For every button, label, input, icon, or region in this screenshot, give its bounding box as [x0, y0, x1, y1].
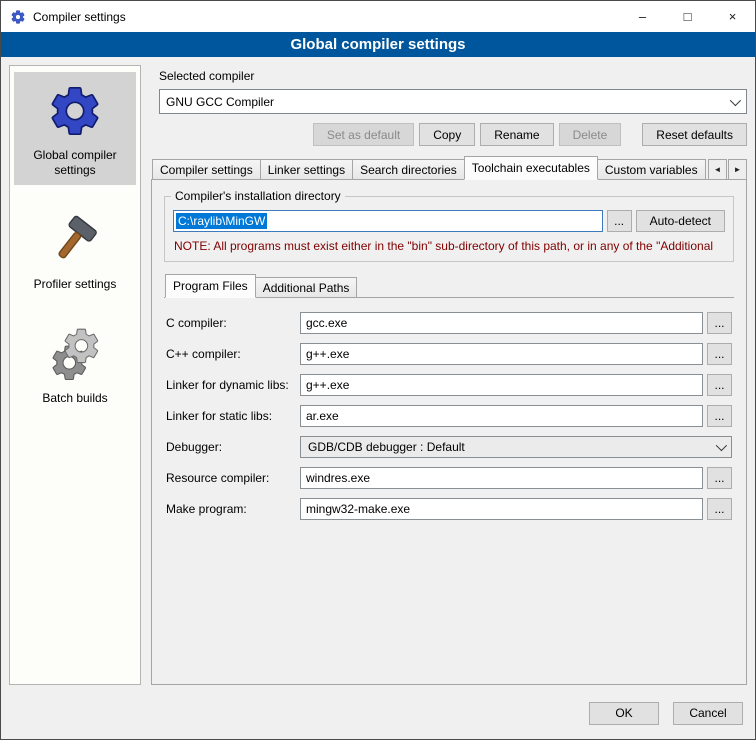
installation-directory-input[interactable]: C:\raylib\MinGW	[173, 210, 603, 232]
browse-resource-compiler-button[interactable]: ...	[707, 467, 732, 489]
static-linker-label: Linker for static libs:	[166, 409, 296, 423]
blue-gear-icon	[46, 82, 104, 140]
make-program-row: Make program: ...	[166, 498, 732, 520]
tab-program-files[interactable]: Program Files	[165, 274, 256, 298]
static-linker-row: Linker for static libs: ...	[166, 405, 732, 427]
compiler-select-value: GNU GCC Compiler	[166, 95, 274, 109]
installation-directory-value: C:\raylib\MinGW	[176, 213, 267, 229]
tab-linker-settings[interactable]: Linker settings	[260, 159, 353, 180]
cpp-compiler-label: C++ compiler:	[166, 347, 296, 361]
tabs-scroll-area: Compiler settings Linker settings Search…	[152, 156, 706, 180]
window-title: Compiler settings	[33, 10, 126, 24]
dynamic-linker-label: Linker for dynamic libs:	[166, 378, 296, 392]
sidebar-item-profiler-settings[interactable]: Profiler settings	[14, 201, 136, 299]
autodetect-button[interactable]: Auto-detect	[636, 210, 725, 232]
settings-sidebar: Global compiler settings Profiler settin…	[9, 65, 141, 685]
sidebar-item-label: Global compiler settings	[16, 148, 134, 178]
debugger-label: Debugger:	[166, 440, 296, 454]
c-compiler-label: C compiler:	[166, 316, 296, 330]
compiler-actions: Set as default Copy Rename Delete Reset …	[151, 123, 747, 146]
browse-dynamic-linker-button[interactable]: ...	[707, 374, 732, 396]
reset-defaults-button[interactable]: Reset defaults	[642, 123, 747, 146]
dialog-header: Global compiler settings	[1, 32, 755, 57]
debugger-select[interactable]: GDB/CDB debugger : Default	[300, 436, 732, 458]
maximize-button[interactable]: □	[665, 1, 710, 32]
installation-directory-group-title: Compiler's installation directory	[171, 189, 345, 203]
sidebar-item-batch-builds[interactable]: Batch builds	[14, 315, 136, 413]
sidebar-item-label: Profiler settings	[34, 277, 117, 292]
c-compiler-row: C compiler: ...	[166, 312, 732, 334]
titlebar: Compiler settings – □ ×	[1, 1, 755, 32]
tab-scroll-buttons: ◄ ►	[708, 159, 747, 180]
compiler-settings-window: Compiler settings – □ × Global compiler …	[0, 0, 756, 740]
resource-compiler-row: Resource compiler: ...	[166, 467, 732, 489]
minimize-button[interactable]: –	[620, 1, 665, 32]
dynamic-linker-row: Linker for dynamic libs: ...	[166, 374, 732, 396]
debugger-row: Debugger: GDB/CDB debugger : Default	[166, 436, 732, 458]
rename-button[interactable]: Rename	[480, 123, 553, 146]
tab-scroll-right-button[interactable]: ►	[728, 159, 747, 180]
ok-button[interactable]: OK	[589, 702, 659, 725]
close-button[interactable]: ×	[710, 1, 755, 32]
window-controls: – □ ×	[620, 1, 755, 32]
delete-button[interactable]: Delete	[559, 123, 622, 146]
tab-custom-variables[interactable]: Custom variables	[597, 159, 706, 180]
program-files-page: C compiler: ... C++ compiler: ... Linker…	[164, 297, 734, 674]
cancel-button[interactable]: Cancel	[673, 702, 743, 725]
compiler-select[interactable]: GNU GCC Compiler	[159, 89, 747, 114]
c-compiler-input[interactable]	[300, 312, 703, 334]
tab-search-directories[interactable]: Search directories	[352, 159, 465, 180]
tab-additional-paths[interactable]: Additional Paths	[255, 277, 358, 298]
debugger-select-value: GDB/CDB debugger : Default	[308, 440, 465, 454]
selected-compiler-label: Selected compiler	[159, 69, 747, 83]
resource-compiler-label: Resource compiler:	[166, 471, 296, 485]
gray-gears-icon	[46, 325, 104, 383]
make-program-input[interactable]	[300, 498, 703, 520]
chevron-down-icon	[730, 94, 741, 105]
resource-compiler-input[interactable]	[300, 467, 703, 489]
app-icon	[10, 9, 26, 25]
browse-static-linker-button[interactable]: ...	[707, 405, 732, 427]
dialog-footer: OK Cancel	[1, 693, 755, 739]
settings-tabbar: Compiler settings Linker settings Search…	[151, 156, 747, 180]
sidebar-item-label: Batch builds	[42, 391, 107, 406]
installation-directory-group: Compiler's installation directory C:\ray…	[164, 196, 734, 262]
set-as-default-button[interactable]: Set as default	[313, 123, 414, 146]
tab-toolchain-executables[interactable]: Toolchain executables	[464, 156, 598, 180]
chevron-down-icon	[716, 440, 727, 451]
browse-make-program-button[interactable]: ...	[707, 498, 732, 520]
bin-subdirectory-note: NOTE: All programs must exist either in …	[174, 239, 725, 253]
browse-directory-button[interactable]: ...	[607, 210, 632, 232]
dialog-body: Global compiler settings Profiler settin…	[1, 57, 755, 693]
browse-c-compiler-button[interactable]: ...	[707, 312, 732, 334]
sidebar-item-global-compiler-settings[interactable]: Global compiler settings	[14, 72, 136, 185]
make-program-label: Make program:	[166, 502, 296, 516]
hammer-icon	[46, 211, 104, 269]
installation-directory-row: C:\raylib\MinGW ... Auto-detect	[173, 210, 725, 232]
toolchain-executables-page: Compiler's installation directory C:\ray…	[151, 179, 747, 685]
cpp-compiler-row: C++ compiler: ...	[166, 343, 732, 365]
browse-cpp-compiler-button[interactable]: ...	[707, 343, 732, 365]
cpp-compiler-input[interactable]	[300, 343, 703, 365]
copy-button[interactable]: Copy	[419, 123, 475, 146]
tab-compiler-settings[interactable]: Compiler settings	[152, 159, 261, 180]
tab-build-options[interactable]: Buil	[705, 159, 706, 180]
program-files-tabbar: Program Files Additional Paths	[164, 274, 734, 298]
dynamic-linker-input[interactable]	[300, 374, 703, 396]
static-linker-input[interactable]	[300, 405, 703, 427]
main-panel: Selected compiler GNU GCC Compiler Set a…	[151, 65, 747, 685]
tab-scroll-left-button[interactable]: ◄	[708, 159, 727, 180]
